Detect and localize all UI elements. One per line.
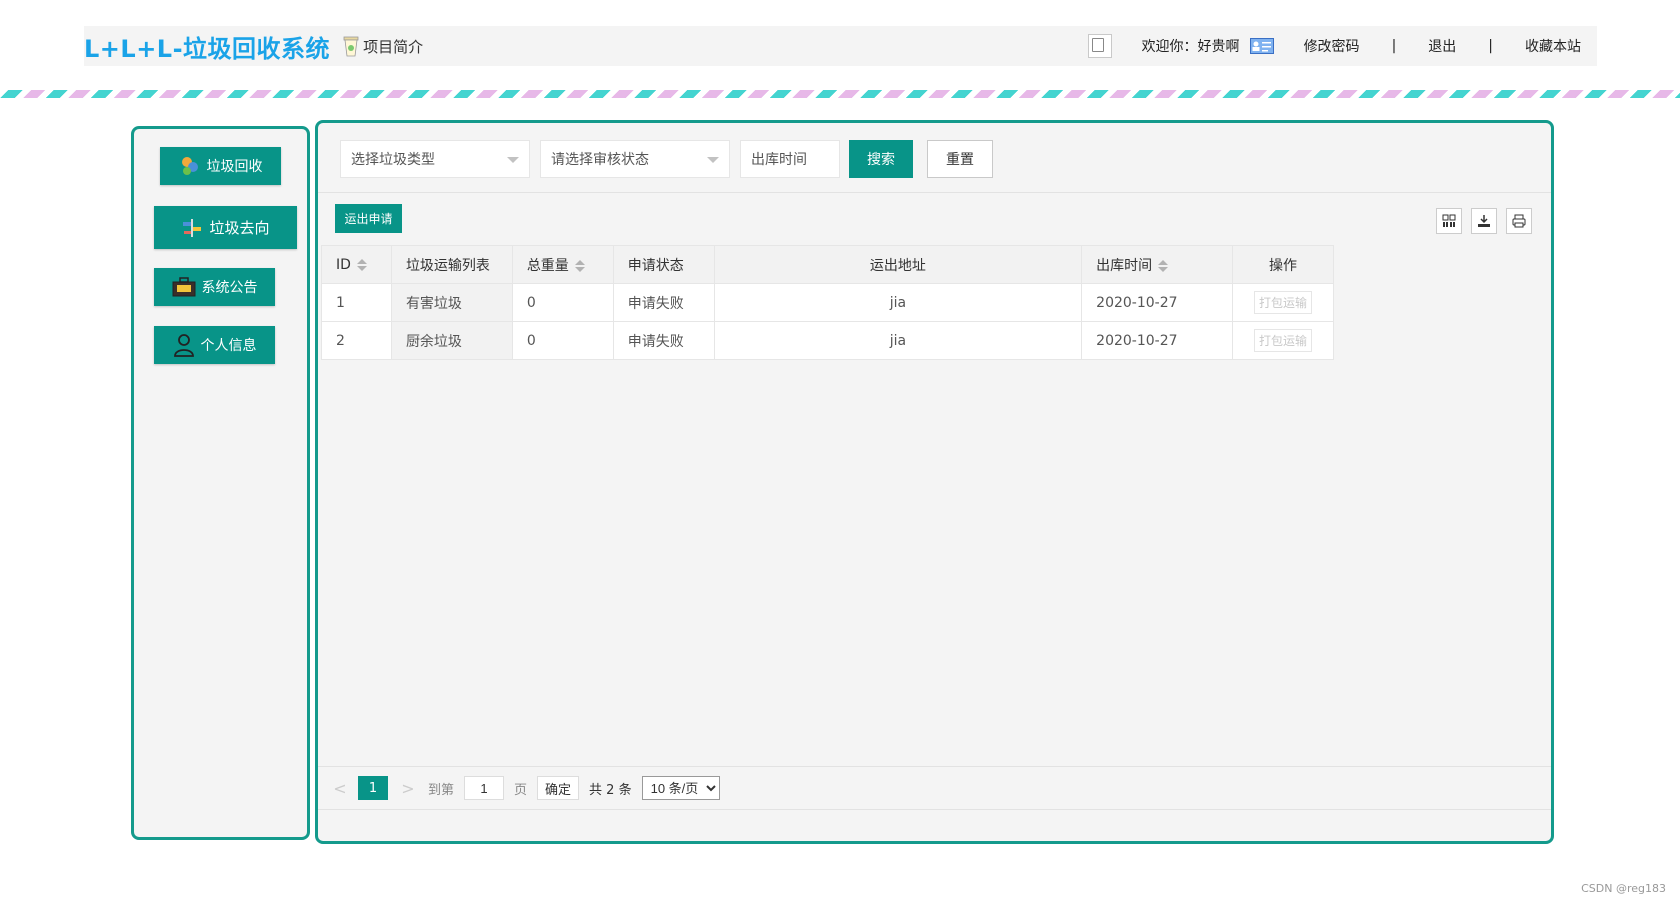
watermark: CSDN @reg183	[1581, 882, 1666, 895]
column-header-name: 垃圾运输列表	[390, 245, 513, 284]
nav-separator: |	[1488, 38, 1493, 54]
goto-confirm-button[interactable]: 确定	[537, 776, 580, 800]
id-card-icon	[1249, 38, 1274, 54]
cell-action: 打包运输	[1232, 321, 1334, 360]
sidebar-item-recycle[interactable]: 垃圾回收	[160, 147, 281, 185]
sidebar-item-destination[interactable]: 垃圾去向	[154, 206, 297, 249]
cell-status: 申请失败	[612, 283, 715, 322]
cell-date: 2020-10-27	[1081, 283, 1234, 322]
prev-page-button[interactable]: <	[332, 779, 348, 798]
signpost-icon	[183, 218, 202, 237]
divider	[318, 766, 1551, 767]
column-header-action: 操作	[1232, 245, 1334, 284]
cell-action: 打包运输	[1232, 283, 1334, 322]
sidebar-item-announcement[interactable]: 系统公告	[154, 268, 275, 306]
garbage-type-placeholder: 选择垃圾类型	[351, 152, 435, 168]
cell-name: 厨余垃圾	[390, 321, 513, 360]
decorative-stripe	[0, 90, 1680, 98]
apply-transport-button[interactable]: 运出申请	[335, 204, 402, 233]
sidebar-item-label: 个人信息	[200, 338, 257, 354]
sidebar-item-label: 系统公告	[201, 280, 258, 296]
cell-id: 2	[321, 321, 392, 360]
user-icon	[173, 334, 194, 357]
main-panel: 选择垃圾类型 请选择审核状态 出库时间 搜索 重置 运出申请 ID 垃圾运输列表…	[315, 120, 1554, 844]
pack-transport-button[interactable]: 打包运输	[1254, 291, 1313, 314]
cell-weight: 0	[511, 321, 614, 360]
divider	[318, 192, 1551, 193]
cup-icon	[343, 36, 359, 57]
table-header-row: ID 垃圾运输列表 总重量 申请状态 运出地址 出库时间 操作	[321, 245, 1334, 284]
next-page-button[interactable]: >	[400, 779, 416, 798]
sort-icon[interactable]	[356, 258, 367, 271]
total-count: 共 2 条	[589, 782, 632, 798]
change-password-link[interactable]: 修改密码	[1304, 36, 1360, 56]
pagination: < 1 > 到第 页 确定 共 2 条 10 条/页	[332, 775, 720, 801]
divider	[318, 809, 1551, 810]
columns-filter-button[interactable]	[1436, 208, 1462, 234]
page-size-select[interactable]: 10 条/页	[641, 776, 720, 800]
briefcase-icon	[172, 277, 195, 297]
date-placeholder: 出库时间	[751, 152, 807, 168]
cell-date: 2020-10-27	[1081, 321, 1234, 360]
audit-status-placeholder: 请选择审核状态	[551, 152, 649, 168]
top-right-nav: 欢迎你：好贵啊 修改密码 | 退出 | 收藏本站	[1087, 26, 1597, 66]
pack-transport-button[interactable]: 打包运输	[1254, 329, 1313, 352]
print-icon	[1512, 214, 1526, 228]
chevron-down-icon	[707, 157, 719, 163]
top-bar: L+L+L-垃圾回收系统 项目简介 欢迎你：好贵啊 修改密码 | 退出 | 收藏…	[84, 26, 1597, 66]
table-row: 2 厨余垃圾 0 申请失败 jia 2020-10-27 打包运输	[321, 321, 1334, 360]
project-intro-link[interactable]: 项目简介	[342, 35, 423, 57]
recycle-icon	[181, 157, 198, 175]
column-header-address: 运出地址	[713, 245, 1083, 284]
column-header-status: 申请状态	[612, 245, 715, 284]
project-intro-label: 项目简介	[363, 37, 424, 56]
column-header-date[interactable]: 出库时间	[1081, 245, 1234, 284]
cell-name: 有害垃圾	[390, 283, 513, 322]
sidebar-item-label: 垃圾去向	[209, 219, 270, 237]
nav-separator: |	[1391, 38, 1397, 54]
export-button[interactable]	[1471, 208, 1497, 234]
sidebar-item-label: 垃圾回收	[206, 159, 263, 175]
sort-icon[interactable]	[1158, 259, 1169, 272]
current-page-button[interactable]: 1	[358, 776, 388, 800]
columns-icon	[1442, 214, 1456, 227]
page-unit-label: 页	[514, 782, 528, 798]
table-row: 1 有害垃圾 0 申请失败 jia 2020-10-27 打包运输	[321, 283, 1334, 322]
export-icon	[1478, 215, 1490, 227]
welcome-text: 欢迎你：好贵啊	[1141, 39, 1240, 55]
sort-icon[interactable]	[574, 259, 585, 272]
cell-address: jia	[713, 321, 1083, 360]
date-input[interactable]: 出库时间	[740, 140, 840, 178]
sidebar-item-profile[interactable]: 个人信息	[154, 326, 275, 364]
audit-status-select[interactable]: 请选择审核状态	[540, 140, 730, 178]
brand-title: L+L+L-垃圾回收系统	[84, 34, 331, 63]
transport-table: ID 垃圾运输列表 总重量 申请状态 运出地址 出库时间 操作 1 有害垃圾 0…	[321, 245, 1334, 360]
page-number-input[interactable]	[464, 776, 505, 800]
garbage-type-select[interactable]: 选择垃圾类型	[340, 140, 530, 178]
cell-address: jia	[713, 283, 1083, 322]
reset-button[interactable]: 重置	[927, 140, 993, 178]
column-header-id[interactable]: ID	[321, 245, 392, 284]
search-button[interactable]: 搜索	[849, 140, 913, 178]
avatar	[1087, 34, 1112, 58]
bookmark-link[interactable]: 收藏本站	[1525, 36, 1581, 56]
print-button[interactable]	[1506, 208, 1532, 234]
cell-weight: 0	[511, 283, 614, 322]
logout-link[interactable]: 退出	[1428, 36, 1456, 56]
goto-label: 到第	[428, 782, 455, 798]
cell-id: 1	[321, 283, 392, 322]
cell-status: 申请失败	[612, 321, 715, 360]
column-header-weight[interactable]: 总重量	[511, 245, 614, 284]
sidebar: 垃圾回收 垃圾去向 系统公告 个人信息	[131, 126, 310, 840]
chevron-down-icon	[507, 157, 519, 163]
